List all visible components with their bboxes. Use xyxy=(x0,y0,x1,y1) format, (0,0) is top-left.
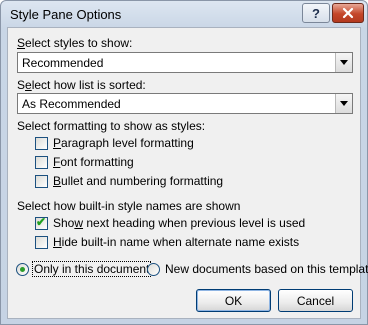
dropdown-button[interactable] xyxy=(335,94,352,113)
radio-button[interactable] xyxy=(147,262,160,276)
checkbox-box[interactable] xyxy=(35,235,48,249)
dialog-window: Style Pane Options ? Select styles to sh… xyxy=(0,0,368,325)
styles-to-show-dropdown[interactable]: Recommended xyxy=(17,52,353,73)
formatting-label: Select formatting to show as styles: xyxy=(17,119,206,133)
show-next-heading-checkbox[interactable]: ✔ Show next heading when previous level … xyxy=(35,214,306,230)
checkbox-label: Font formatting xyxy=(53,155,134,169)
window-title: Style Pane Options xyxy=(10,7,122,22)
checkmark-icon: ✔ xyxy=(36,214,47,229)
cancel-button[interactable]: Cancel xyxy=(278,289,353,312)
dropdown-button[interactable] xyxy=(335,53,352,72)
checkbox-box[interactable] xyxy=(35,155,48,169)
font-formatting-checkbox[interactable]: Font formatting xyxy=(35,155,134,169)
help-button[interactable]: ? xyxy=(302,3,330,23)
checkbox-label: Hide built-in name when alternate name e… xyxy=(53,235,300,249)
checkbox-label: Paragraph level formatting xyxy=(53,136,194,150)
checkbox-box[interactable] xyxy=(35,136,48,150)
hide-builtin-name-checkbox[interactable]: Hide built-in name when alternate name e… xyxy=(35,235,299,249)
only-this-document-radio[interactable]: Only in this document xyxy=(16,261,152,277)
builtin-names-label: Select how built-in style names are show… xyxy=(17,199,241,213)
radio-label: Only in this document xyxy=(31,261,152,277)
sort-dropdown[interactable]: As Recommended xyxy=(17,93,353,114)
close-icon xyxy=(342,7,354,19)
checkbox-box[interactable] xyxy=(35,174,48,188)
dialog-body: Select styles to show: Recommended Selec… xyxy=(7,27,368,319)
paragraph-formatting-checkbox[interactable]: Paragraph level formatting xyxy=(35,136,194,150)
new-documents-radio[interactable]: New documents based on this template xyxy=(147,262,368,276)
radio-label: New documents based on this template xyxy=(165,262,368,276)
styles-to-show-value: Recommended xyxy=(22,56,104,70)
checkbox-label: Show next heading when previous level is… xyxy=(53,216,306,230)
checkbox-box[interactable]: ✔ xyxy=(35,214,48,230)
close-button[interactable] xyxy=(332,3,364,23)
styles-to-show-label: Select styles to show: xyxy=(17,36,133,50)
radio-dot-icon xyxy=(20,266,25,272)
bullet-numbering-checkbox[interactable]: Bullet and numbering formatting xyxy=(35,174,223,188)
ok-button[interactable]: OK xyxy=(196,289,271,312)
radio-button[interactable] xyxy=(16,262,29,276)
checkbox-label: Bullet and numbering formatting xyxy=(53,174,224,188)
sort-label: Select how list is sorted: xyxy=(17,78,146,92)
chevron-down-icon xyxy=(340,60,348,65)
chevron-down-icon xyxy=(340,101,348,106)
sort-value: As Recommended xyxy=(22,97,121,111)
